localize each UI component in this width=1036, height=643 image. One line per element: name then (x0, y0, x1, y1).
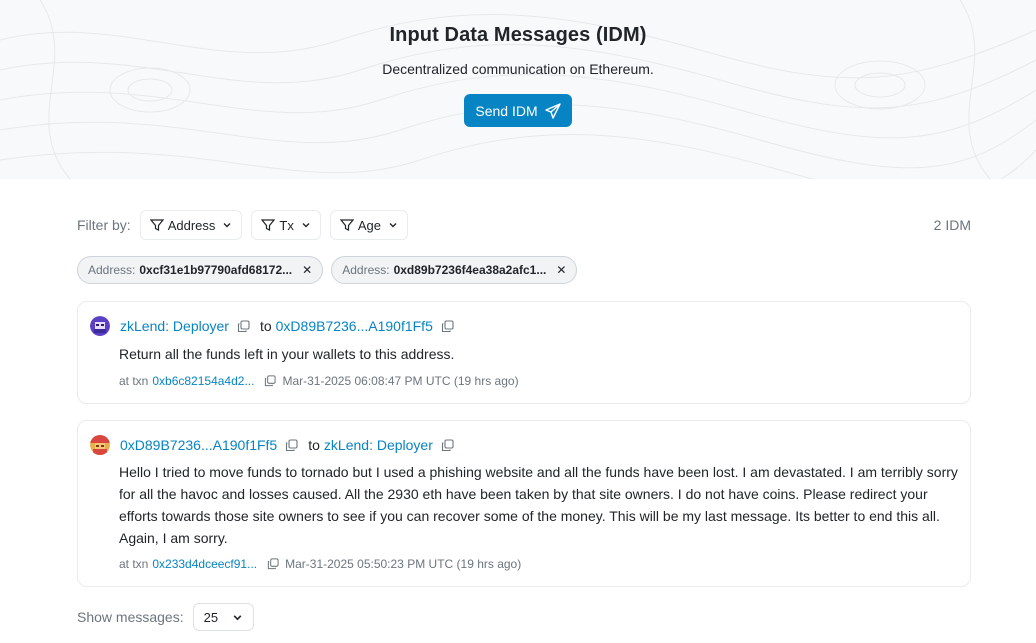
send-idm-label: Send IDM (475, 102, 538, 119)
txn-hash-link[interactable]: 0x233d4dceecf91... (152, 557, 257, 571)
avatar (90, 316, 110, 336)
avatar (90, 435, 110, 455)
txn-prefix: at txn (119, 374, 149, 388)
txn-hash-link[interactable]: 0xb6c82154a4d2... (152, 374, 254, 388)
copy-icon[interactable] (264, 375, 277, 387)
message-text: Hello I tried to move funds to tornado b… (119, 464, 958, 546)
to-word: to (308, 437, 320, 453)
message-timestamp: Mar-31-2025 06:08:47 PM UTC (19 hrs ago) (282, 374, 519, 388)
chevron-down-icon (233, 614, 242, 620)
filter-age-button[interactable]: Age (329, 210, 408, 240)
from-address-link[interactable]: 0xD89B7236...A190f1Ff5 (120, 437, 277, 453)
show-messages-label: Show messages: (77, 609, 184, 625)
to-word: to (259, 318, 272, 334)
message-header: zkLend: Deployer to 0xD89B7236...A190f1F… (90, 316, 462, 336)
idm-count: 2 IDM (933, 217, 971, 233)
copy-icon[interactable] (237, 319, 250, 333)
message-header: 0xD89B7236...A190f1Ff5 to zkLend: Deploy… (90, 435, 462, 455)
filter-address-label: Address (167, 217, 216, 233)
close-icon[interactable]: ✕ (556, 263, 566, 277)
chevron-down-icon (223, 223, 231, 228)
page-size-value: 25 (203, 609, 219, 625)
hero-banner: Input Data Messages (IDM) Decentralized … (0, 0, 1036, 179)
active-filter-chips: Address: 0xcf31e1b97790afd68172... ✕ Add… (77, 256, 578, 284)
txn-prefix: at txn (119, 557, 149, 571)
filter-chip: Address: 0xd89b7236f4ea38a2afc1... ✕ (331, 256, 578, 284)
filter-address-button[interactable]: Address (139, 210, 243, 240)
chevron-down-icon (302, 223, 310, 228)
filter-age-label: Age (357, 217, 381, 233)
filter-label: Filter by: (77, 217, 131, 233)
paper-plane-icon (544, 102, 561, 119)
message-meta: at txn 0x233d4dceecf91... Mar-31-2025 05… (119, 557, 521, 571)
filter-tx-button[interactable]: Tx (251, 210, 321, 240)
message-text: Return all the funds left in your wallet… (119, 346, 455, 362)
chip-value: 0xd89b7236f4ea38a2afc1... (393, 263, 547, 277)
chip-value: 0xcf31e1b97790afd68172... (139, 263, 293, 277)
copy-icon[interactable] (267, 558, 279, 570)
filter-chip: Address: 0xcf31e1b97790afd68172... ✕ (77, 256, 324, 284)
filter-icon (261, 219, 276, 231)
message-card: zkLend: Deployer to 0xD89B7236...A190f1F… (77, 301, 971, 404)
filter-icon (339, 219, 354, 231)
close-icon[interactable]: ✕ (302, 263, 312, 277)
message-timestamp: Mar-31-2025 05:50:23 PM UTC (19 hrs ago) (285, 557, 522, 571)
from-address-link[interactable]: zkLend: Deployer (120, 318, 229, 334)
send-idm-button[interactable]: Send IDM (464, 94, 572, 127)
page-subtitle: Decentralized communication on Ethereum. (382, 61, 654, 77)
filter-bar: Filter by: Address Tx Age 2 IDM (77, 210, 971, 240)
copy-icon[interactable] (441, 319, 454, 333)
filter-icon (149, 219, 164, 231)
to-address-link[interactable]: zkLend: Deployer (324, 437, 433, 453)
page-size-select[interactable]: 25 (192, 603, 255, 631)
message-card: 0xD89B7236...A190f1Ff5 to zkLend: Deploy… (77, 420, 971, 587)
to-address-link[interactable]: 0xD89B7236...A190f1Ff5 (276, 318, 433, 334)
chip-label: Address: (88, 263, 136, 277)
filter-tx-label: Tx (279, 217, 294, 233)
pagination-controls: Show messages: 25 (77, 603, 255, 631)
message-meta: at txn 0xb6c82154a4d2... Mar-31-2025 06:… (119, 374, 519, 388)
copy-icon[interactable] (441, 438, 454, 452)
copy-icon[interactable] (285, 438, 298, 452)
page-title: Input Data Messages (IDM) (389, 24, 647, 46)
chip-label: Address: (342, 263, 390, 277)
chevron-down-icon (389, 223, 397, 228)
